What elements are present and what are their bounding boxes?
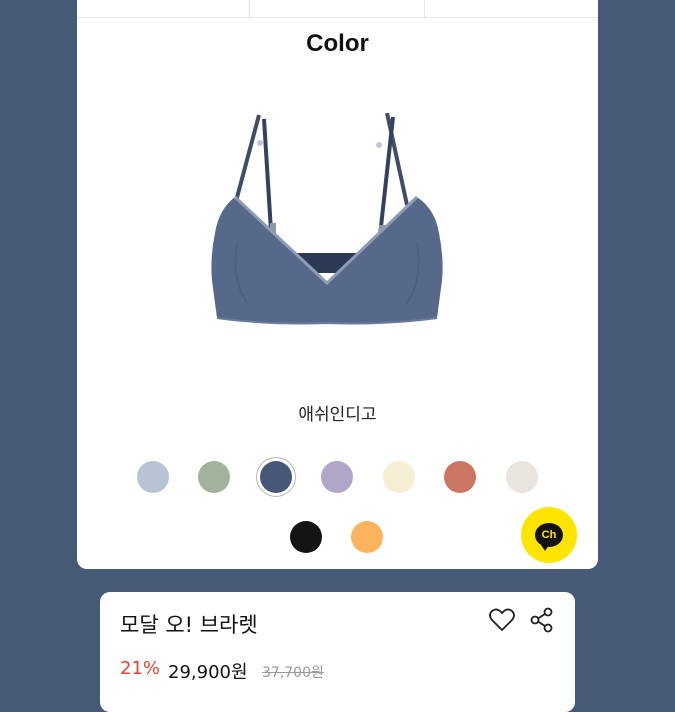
tab-1[interactable] (77, 0, 250, 17)
product-info-card: 모달 오! 브라렛 21% 29,900원 37,700원 (100, 592, 575, 712)
swatch-ivory[interactable] (506, 461, 538, 493)
tab-bar (77, 0, 598, 18)
swatch-ash-indigo[interactable] (260, 461, 292, 493)
tab-3[interactable] (425, 0, 598, 17)
swatch-cream[interactable] (383, 461, 415, 493)
product-name: 모달 오! 브라렛 (120, 613, 258, 637)
share-icon[interactable] (528, 606, 556, 634)
sale-price: 29,900원 (168, 662, 248, 683)
swatch-lavender[interactable] (321, 461, 353, 493)
tab-2[interactable] (250, 0, 425, 17)
section-title: Color (306, 30, 369, 57)
original-price: 37,700원 (262, 665, 324, 681)
discount-rate: 21% (120, 658, 161, 679)
swatch-black[interactable] (290, 521, 322, 553)
color-card: Color 애쉬인디고 Ch (77, 0, 598, 569)
swatch-orange[interactable] (351, 521, 383, 553)
selected-color-name: 애쉬인디고 (298, 405, 377, 425)
swatch-terracotta[interactable] (444, 461, 476, 493)
chat-button[interactable]: Ch (521, 507, 577, 563)
swatch-sage[interactable] (198, 461, 230, 493)
heart-icon[interactable] (488, 606, 516, 634)
swatch-light-blue[interactable] (137, 461, 169, 493)
chat-icon: Ch (535, 523, 563, 551)
product-image (211, 113, 443, 325)
